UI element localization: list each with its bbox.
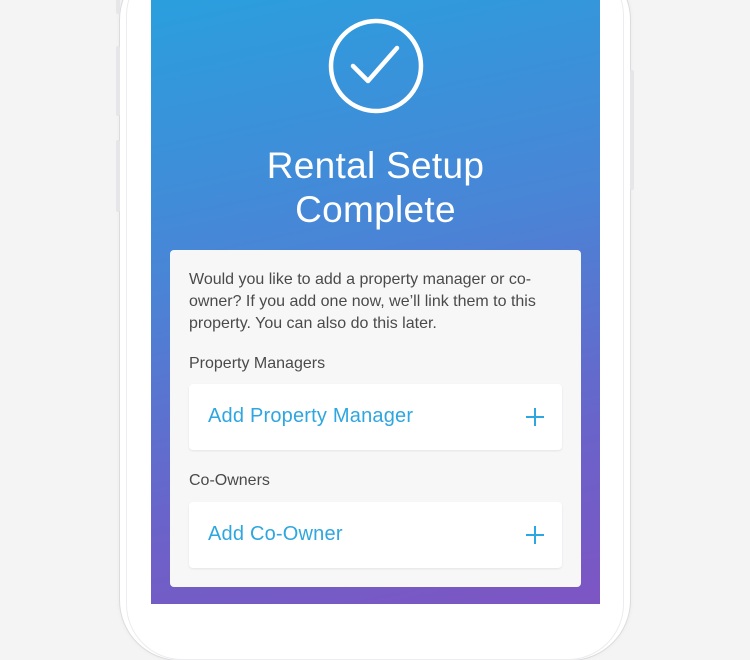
page-title: Rental Setup <box>266 145 485 186</box>
page-title-line2: Complete <box>295 189 456 230</box>
phone-volume-down <box>116 140 120 212</box>
check-circle-icon <box>328 18 424 114</box>
add-property-manager-label: Add Property Manager <box>208 405 414 427</box>
plus-icon <box>526 408 544 426</box>
co-owners-label: Co-Owners <box>189 472 270 489</box>
add-co-owner-button[interactable]: Add Co-Owner <box>189 502 562 568</box>
phone-mute-switch <box>116 0 120 14</box>
phone-volume-up <box>116 46 120 116</box>
add-people-card: Would you like to add a property manager… <box>170 250 581 587</box>
add-co-owner-label: Add Co-Owner <box>208 523 343 545</box>
property-managers-label: Property Managers <box>189 355 326 372</box>
add-property-manager-button[interactable]: Add Property Manager <box>189 384 562 450</box>
setup-complete-screen: Rental Setup Complete Would you like to … <box>151 0 600 604</box>
plus-icon <box>526 526 544 544</box>
phone-power-button <box>630 70 634 190</box>
intro-text: Would you like to add a property manager… <box>189 271 536 332</box>
